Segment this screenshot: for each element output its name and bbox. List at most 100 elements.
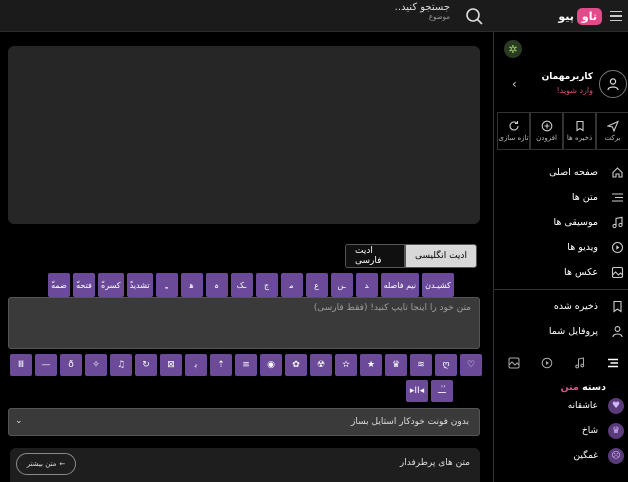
- symbol-button[interactable]: ♛: [385, 354, 407, 376]
- decor-button[interactable]: ـٰـٰـ: [431, 380, 453, 402]
- sidebar-menu: صفحه اصلی متن ها موسیقی ها ویدیو ها عکس …: [493, 160, 628, 344]
- user-icon: [610, 325, 624, 339]
- char-button[interactable]: ّتشدید: [126, 273, 153, 297]
- symbol-button[interactable]: ♡: [460, 354, 482, 376]
- sad-face-icon: ☹: [608, 447, 624, 464]
- action-saved-label: ذخیره ها: [566, 134, 593, 142]
- sidebar-item-label: ویدیو ها: [567, 242, 598, 253]
- bookmark-icon: [575, 120, 584, 132]
- char-button[interactable]: کشیـدن: [422, 273, 454, 297]
- action-add-label: افزودن: [536, 134, 557, 142]
- search-subtitle: موضوع: [428, 13, 450, 21]
- heart-icon: ♥: [608, 397, 624, 414]
- category-item-cool[interactable]: شاخ ♛: [493, 418, 628, 443]
- char-button[interactable]: ج: [255, 273, 278, 297]
- image-icon[interactable]: [508, 357, 520, 369]
- more-texts-button[interactable]: متن بیشتر ←: [16, 453, 76, 475]
- tab-farsi-edit[interactable]: ادیت فارسی: [345, 244, 405, 268]
- sidebar-item-label: متن ها: [571, 192, 598, 203]
- category-item-romantic[interactable]: عاشقانه ♥: [493, 393, 628, 418]
- symbol-button[interactable]: ﺑ: [185, 354, 207, 376]
- font-style-select[interactable]: بدون فونت خودکار استایل بساز ⌄: [8, 408, 480, 436]
- char-button[interactable]: ّضمه: [48, 273, 70, 297]
- action-add[interactable]: افزودن: [530, 112, 563, 150]
- symbol-button[interactable]: ★: [360, 354, 382, 376]
- action-send[interactable]: برکت: [596, 112, 628, 150]
- symbol-button[interactable]: Ⅲ: [10, 354, 32, 376]
- action-saved[interactable]: ذخیره ها: [563, 112, 596, 150]
- char-button[interactable]: ﻣ: [280, 273, 303, 297]
- symbol-button[interactable]: ð: [60, 354, 82, 376]
- action-send-label: برکت: [604, 134, 621, 142]
- music-icon: [610, 216, 624, 230]
- categories-title-a: دسته: [582, 382, 606, 393]
- symbol-button[interactable]: ✿: [285, 354, 307, 376]
- symbol-button[interactable]: ⊠: [160, 354, 182, 376]
- symbol-buttons: Ⅲ — ð ✧ ♫ ↻ ⊠ ﺑ ⇡ ≡ ◉ ✿ ☢ ✫ ★ ♛ ≋ ღ ♡: [10, 354, 482, 376]
- search-icon[interactable]: [464, 6, 484, 26]
- refresh-icon: [508, 121, 519, 131]
- video-icon[interactable]: [541, 357, 553, 369]
- category-label: غمگین: [573, 450, 598, 461]
- chevron-down-icon: ⌄: [15, 416, 23, 426]
- crown-icon: ♛: [608, 422, 624, 439]
- char-button[interactable]: ع: [305, 273, 328, 297]
- symbol-button[interactable]: ✧: [85, 354, 107, 376]
- symbol-button[interactable]: —: [35, 354, 57, 376]
- symbol-button[interactable]: ♫: [110, 354, 132, 376]
- top-bar: تاو پیو جستجو کنید.. موضوع: [0, 0, 628, 32]
- user-card[interactable]: کاربرمهمان وارد شوید! ‹: [494, 68, 628, 110]
- char-button[interactable]: ﻫ: [180, 273, 203, 297]
- logo-text: پیو: [558, 9, 574, 23]
- symbol-button[interactable]: ≡: [235, 354, 257, 376]
- text-input[interactable]: متن خود را اینجا تایپ کنید! (فقط فارسی): [8, 297, 480, 349]
- char-button[interactable]: نیم فاصله: [380, 273, 420, 297]
- symbol-button[interactable]: ≋: [410, 354, 432, 376]
- category-item-sad[interactable]: غمگین ☹: [493, 443, 628, 468]
- symbol-button[interactable]: ☢: [310, 354, 332, 376]
- text-lines-icon: [610, 191, 624, 205]
- char-button[interactable]: ہ: [205, 273, 228, 297]
- search-box[interactable]: جستجو کنید.. موضوع: [300, 2, 450, 21]
- char-button[interactable]: ـک: [230, 273, 253, 297]
- sidebar-item-music[interactable]: موسیقی ها: [493, 210, 628, 235]
- plus-circle-icon: [541, 120, 552, 132]
- settings-gear-icon[interactable]: ✲: [504, 40, 522, 58]
- popular-texts-panel: متن های پرطرفدار متن بیشتر ←: [10, 448, 480, 482]
- menu-icon[interactable]: [604, 0, 628, 32]
- symbol-button[interactable]: ✫: [335, 354, 357, 376]
- chevron-left-icon[interactable]: ‹: [512, 77, 517, 91]
- font-style-value: بدون فونت خودکار استایل بساز: [351, 417, 469, 427]
- bookmark-icon: [610, 300, 624, 314]
- symbol-button[interactable]: ↻: [135, 354, 157, 376]
- char-button[interactable]: ـں: [330, 273, 353, 297]
- decor-button[interactable]: ▸II◂: [406, 380, 428, 402]
- logo[interactable]: تاو پیو: [558, 5, 602, 27]
- user-icon: [607, 78, 619, 91]
- text-lines-icon[interactable]: [607, 357, 619, 369]
- music-icon[interactable]: [574, 357, 586, 369]
- preview-area: [8, 46, 480, 224]
- sidebar-item-label: موسیقی ها: [553, 217, 598, 228]
- symbol-button[interactable]: ◉: [260, 354, 282, 376]
- sidebar-item-saved[interactable]: ذخیره شده: [493, 294, 628, 319]
- login-link[interactable]: وارد شوید!: [556, 86, 593, 95]
- symbol-button[interactable]: ⇡: [210, 354, 232, 376]
- symbol-button[interactable]: ღ: [435, 354, 457, 376]
- sidebar-item-images[interactable]: عکس ها: [493, 260, 628, 285]
- sidebar-item-texts[interactable]: متن ها: [493, 185, 628, 210]
- action-refresh-label: تازه سازی: [498, 134, 529, 142]
- category-label: عاشقانه: [567, 400, 598, 411]
- sidebar-item-videos[interactable]: ویدیو ها: [493, 235, 628, 260]
- farsi-char-buttons: ّضمهّفتحهّکسرهّتشدید ـِ ﻫ ہ ـک ج ﻣ ع ـں ﺪ نیم فاصل…: [48, 273, 454, 297]
- sidebar-item-profile[interactable]: پروفایل شما: [493, 319, 628, 344]
- char-button[interactable]: ﺪ: [355, 273, 378, 297]
- char-button[interactable]: ّفتحه: [73, 273, 95, 297]
- char-button[interactable]: ـِ: [155, 273, 178, 297]
- tab-english-edit[interactable]: ادیت انگلیسی: [405, 244, 477, 268]
- action-refresh[interactable]: تازه سازی: [497, 112, 530, 150]
- sidebar-item-home[interactable]: صفحه اصلی: [493, 160, 628, 185]
- category-label: شاخ: [581, 425, 598, 436]
- char-button[interactable]: ّکسره: [98, 273, 124, 297]
- image-icon: [610, 266, 624, 280]
